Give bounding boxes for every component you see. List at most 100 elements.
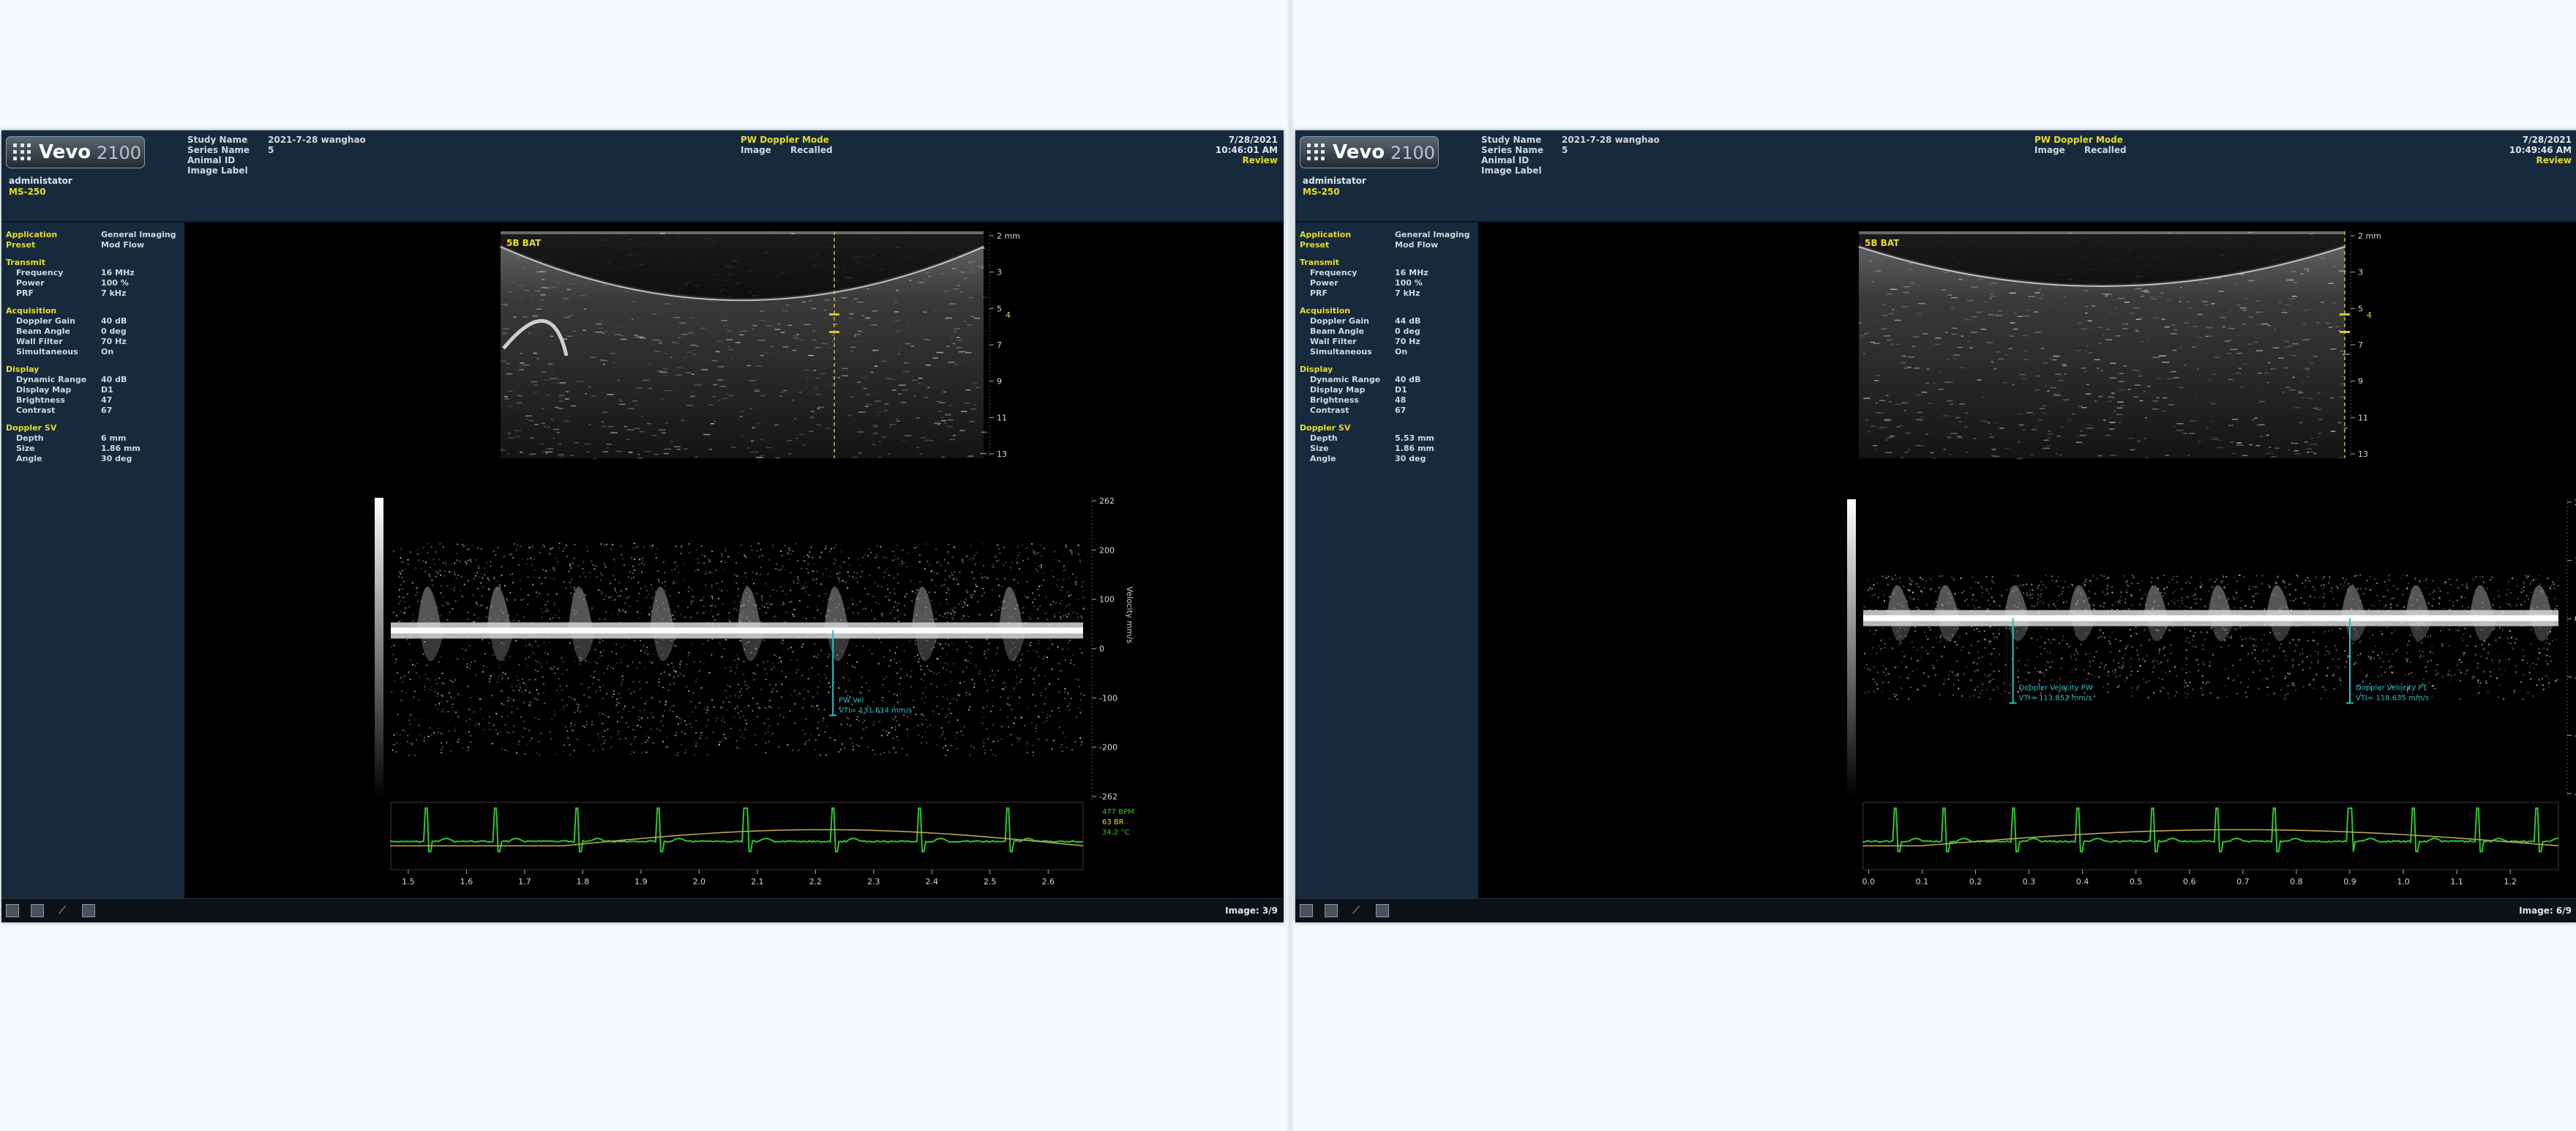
spectral-speckle [2407, 658, 2409, 660]
spectral-speckle [2236, 597, 2238, 600]
speckle [2083, 370, 2087, 373]
speckle [2206, 283, 2209, 285]
speckle [794, 418, 796, 419]
spectral-speckle [962, 606, 964, 608]
speckle [2294, 443, 2299, 444]
speckle [2298, 390, 2302, 392]
spectral-speckle [956, 693, 959, 695]
speckle [710, 423, 715, 425]
speckle [643, 379, 649, 381]
speckle [2330, 348, 2337, 350]
speckle [1884, 419, 1892, 422]
spectral-speckle [650, 545, 651, 548]
spectral-speckle [891, 609, 894, 611]
speckle [504, 305, 508, 306]
spectral-speckle [539, 662, 542, 664]
speckle [688, 332, 694, 334]
spectral-speckle [640, 640, 641, 642]
spectral-speckle [2256, 592, 2258, 594]
speckle [808, 354, 815, 357]
spectral-speckle [1863, 605, 1865, 608]
spectral-speckle [970, 662, 972, 664]
speckle [506, 363, 510, 365]
spectral-speckle [738, 601, 741, 603]
speckle [508, 390, 513, 392]
spectral-speckle [441, 695, 443, 697]
speckle [947, 426, 953, 428]
print-button[interactable] [31, 904, 44, 917]
save-image-button[interactable] [6, 904, 19, 917]
spectral-speckle [512, 699, 514, 701]
depth-tick-label: 5 [2358, 304, 2363, 313]
spectral-speckle [1992, 633, 1994, 635]
speckle [539, 305, 543, 307]
spectral-speckle [630, 753, 632, 755]
spectral-speckle [1019, 696, 1021, 698]
spectral-speckle [1059, 602, 1061, 605]
imaging-viewport[interactable]: 5B BAT2 mm357911134PW VelVTI= 131.614 mm… [184, 223, 1284, 899]
spectral-speckle [949, 703, 951, 704]
speckle [782, 310, 785, 311]
spectral-speckle [1882, 682, 1884, 684]
spectral-speckle [881, 615, 883, 617]
spectral-speckle [544, 652, 547, 654]
speckle [595, 331, 603, 333]
spectral-speckle [2479, 576, 2481, 578]
spectral-speckle [764, 706, 766, 709]
spectral-speckle [922, 692, 924, 694]
spectral-speckle [1000, 601, 1003, 603]
spectral-speckle [2508, 581, 2510, 583]
spectral-speckle [2340, 684, 2342, 685]
speckle [2266, 434, 2269, 436]
spectral-speckle [525, 690, 526, 692]
measure-tool-icon[interactable]: ⟋ [56, 904, 69, 917]
spectral-speckle [792, 651, 794, 653]
export-button[interactable] [82, 904, 95, 917]
spectral-speckle [1917, 608, 1920, 611]
speckle [1989, 298, 1992, 299]
spectral-speckle [542, 683, 544, 684]
spectral-speckle [887, 595, 889, 597]
logo-brand: Vevo [39, 141, 91, 163]
spectral-speckle [1064, 569, 1066, 571]
spectral-speckle [697, 569, 699, 571]
speckle [602, 425, 607, 428]
param-row: Brightness 47 [1, 395, 184, 406]
spectral-speckle [538, 741, 540, 743]
speckle [817, 408, 820, 410]
spectral-speckle [889, 592, 891, 594]
spectral-speckle [2286, 594, 2288, 596]
spectral-speckle [765, 583, 767, 585]
spectral-speckle [2294, 650, 2296, 652]
spectral-speckle [2051, 575, 2053, 578]
speckle [1886, 437, 1892, 438]
spectral-speckle [527, 576, 529, 578]
spectral-speckle [751, 550, 753, 551]
spectral-speckle [2300, 597, 2302, 599]
speckle [809, 300, 812, 302]
spectral-speckle [451, 588, 453, 590]
spectral-speckle [423, 736, 425, 739]
velocity-tick-label: 0 [1099, 644, 1104, 654]
spectral-speckle [2136, 687, 2138, 689]
spectral-speckle [2195, 598, 2198, 600]
speckle [683, 448, 688, 449]
imaging-viewport[interactable]: 5B BAT2 mm357911134Doppler Velocity PWVT… [1478, 223, 2576, 899]
spectral-speckle [924, 687, 926, 689]
speckle [2037, 298, 2043, 299]
spectral-speckle [918, 734, 920, 736]
speckle [770, 346, 774, 348]
spectral-speckle [2248, 585, 2250, 587]
speckle [2014, 312, 2017, 314]
spectral-speckle [847, 587, 848, 589]
spectral-speckle [639, 662, 641, 664]
spectral-speckle [801, 588, 804, 589]
spectral-speckle [897, 701, 899, 703]
speckle [2193, 326, 2198, 327]
spectral-speckle [790, 646, 792, 649]
spectral-speckle [459, 560, 461, 562]
spectral-speckle [452, 703, 454, 706]
spectral-speckle [904, 595, 906, 597]
spectral-speckle [626, 588, 627, 590]
speckle [2228, 339, 2233, 341]
